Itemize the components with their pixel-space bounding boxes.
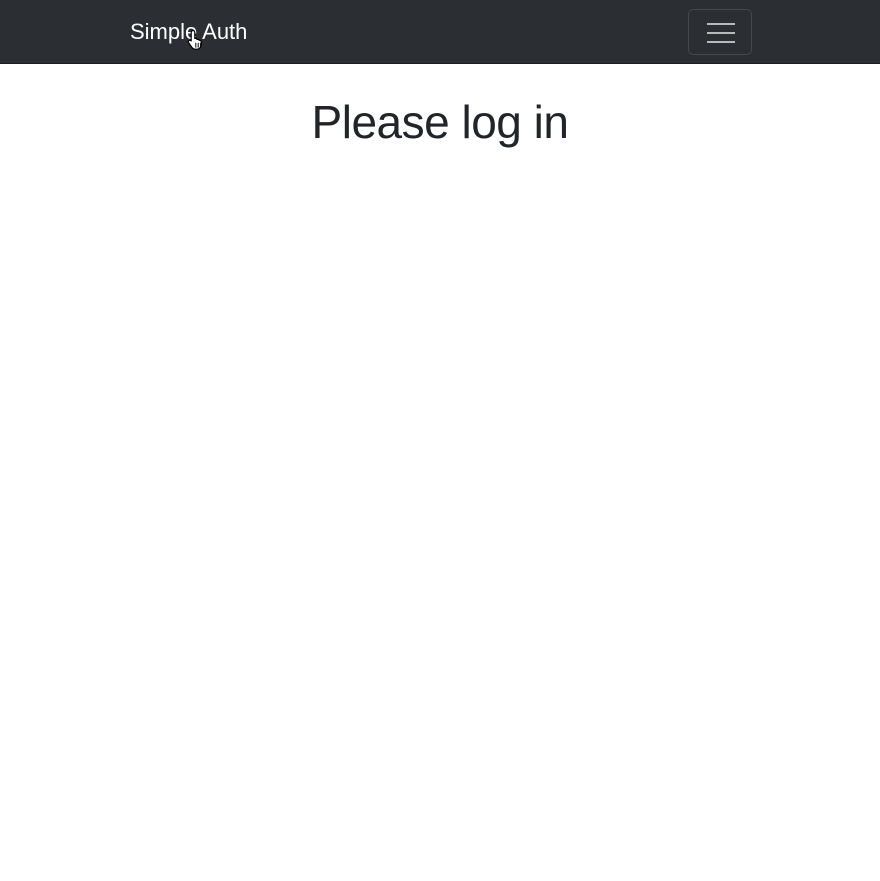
hamburger-menu-icon	[707, 23, 735, 43]
hand-pointer-cursor-icon	[187, 29, 202, 50]
navbar: Simple Auth	[0, 0, 880, 64]
page-title: Please log in	[311, 96, 569, 148]
navbar-toggle-button[interactable]	[688, 9, 752, 55]
